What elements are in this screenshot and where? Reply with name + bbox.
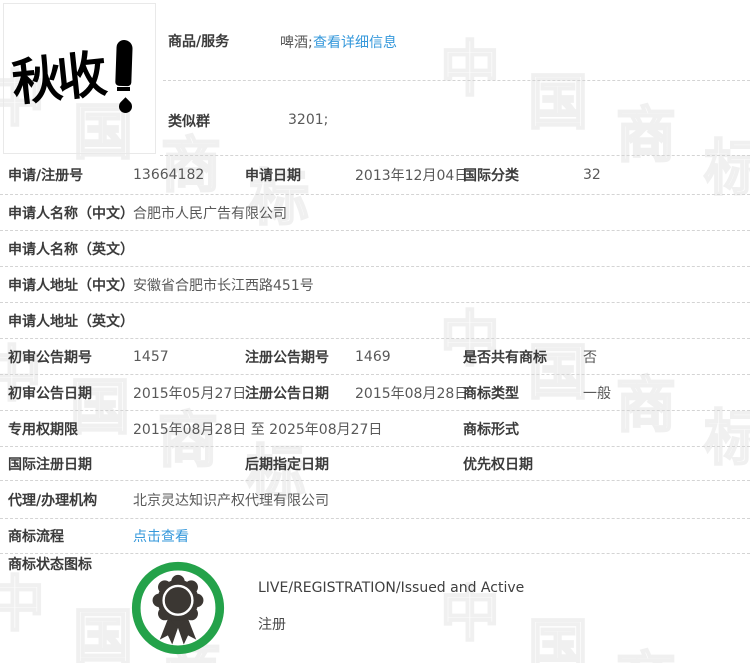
field-label: 国际注册日期 xyxy=(8,456,92,473)
logo-exclamation-cap xyxy=(117,87,130,91)
status-badge-icon xyxy=(131,561,225,655)
watermark-char: 国 xyxy=(527,68,589,138)
similar-group-label: 类似群 xyxy=(168,114,210,130)
field-label: 申请人地址（英文） xyxy=(8,313,134,330)
field-row: 申请人名称（中文） 合肥市人民广告有限公司 xyxy=(0,195,750,231)
goods-services-label: 商品/服务 xyxy=(168,34,230,50)
field-row: 申请/注册号 13664182 申请日期 2013年12月04日 国际分类 32 xyxy=(0,156,750,195)
field-label: 申请人地址（中文） xyxy=(8,277,134,294)
field-label: 优先权日期 xyxy=(463,456,533,473)
field-row: 国际注册日期 后期指定日期 优先权日期 xyxy=(0,447,750,481)
trademark-image: 秋收 xyxy=(3,3,156,154)
logo-exclamation-icon xyxy=(115,39,133,87)
field-label: 申请/注册号 xyxy=(8,168,84,184)
field-value: 北京灵达知识产权代理有限公司 xyxy=(133,492,329,509)
field-label: 申请人名称（中文） xyxy=(8,205,134,222)
field-row: 申请人名称（英文） xyxy=(0,231,750,267)
field-value: 2015年08月28日 至 2025年08月27日 xyxy=(133,421,383,438)
field-value: 2015年05月27日 xyxy=(133,385,247,402)
status-label: 商标状态图标 xyxy=(8,557,92,573)
field-value: 合肥市人民广告有限公司 xyxy=(133,205,287,222)
field-row: 初审公告日期 2015年05月27日 注册公告日期 2015年08月28日 商标… xyxy=(0,375,750,411)
status-text-english: LIVE/REGISTRATION/Issued and Active xyxy=(258,580,525,596)
trademark-process-link[interactable]: 点击查看 xyxy=(133,526,189,546)
logo-drop-icon xyxy=(116,97,135,116)
watermark-char: 中 xyxy=(439,35,501,105)
field-label: 后期指定日期 xyxy=(245,456,329,473)
field-label: 国际分类 xyxy=(463,168,519,184)
field-value: 1469 xyxy=(355,348,391,365)
field-label: 商标类型 xyxy=(463,385,519,402)
field-label: 注册公告日期 xyxy=(245,385,329,402)
field-label: 专用权期限 xyxy=(8,421,78,438)
field-row: 申请人地址（英文） xyxy=(0,303,750,339)
field-value: 2013年12月04日 xyxy=(355,168,469,184)
field-value: 2015年08月28日 xyxy=(355,385,469,402)
field-label: 代理/办理机构 xyxy=(8,492,98,509)
field-row: 代理/办理机构 北京灵达知识产权代理有限公司 xyxy=(0,481,750,519)
field-label: 商标形式 xyxy=(463,421,519,438)
trademark-detail-page: 中国商标中国商标中国商标中国商标中国商标中国商标 秋收 商品/服务 啤酒; 查看… xyxy=(0,0,750,663)
field-row: 申请人地址（中文） 安徽省合肥市长江西路451号 xyxy=(0,267,750,303)
trademark-logo-text: 秋收 xyxy=(9,44,105,113)
field-value: 安徽省合肥市长江西路451号 xyxy=(133,277,314,294)
field-row: 专用权期限 2015年08月28日 至 2025年08月27日 商标形式 xyxy=(0,411,750,447)
goods-detail-link[interactable]: 查看详细信息 xyxy=(313,32,397,52)
field-row: 商标流程 点击查看 xyxy=(0,519,750,554)
goods-services-value: 啤酒; xyxy=(280,35,313,51)
field-label: 注册公告期号 xyxy=(245,349,329,366)
field-value: 13664182 xyxy=(133,167,205,183)
status-row: 商标状态图标 LIVE/REGISTRATION/Issued and Acti… xyxy=(0,554,750,663)
field-value: 32 xyxy=(583,167,601,183)
field-value: 1457 xyxy=(133,348,169,365)
field-label: 是否共有商标 xyxy=(463,349,547,366)
similar-group-value: 3201; xyxy=(288,112,329,128)
status-text-chinese: 注册 xyxy=(258,617,286,633)
field-label: 初审公告日期 xyxy=(8,385,92,402)
field-table: 申请/注册号 13664182 申请日期 2013年12月04日 国际分类 32… xyxy=(0,156,750,663)
divider xyxy=(163,80,750,81)
field-value: 一般 xyxy=(583,385,611,402)
field-value: 否 xyxy=(583,349,597,366)
field-label: 申请人名称（英文） xyxy=(8,241,134,258)
field-row: 初审公告期号 1457 注册公告期号 1469 是否共有商标 否 xyxy=(0,339,750,375)
field-label: 商标流程 xyxy=(8,529,64,545)
field-label: 申请日期 xyxy=(245,168,301,184)
field-label: 初审公告期号 xyxy=(8,349,92,366)
